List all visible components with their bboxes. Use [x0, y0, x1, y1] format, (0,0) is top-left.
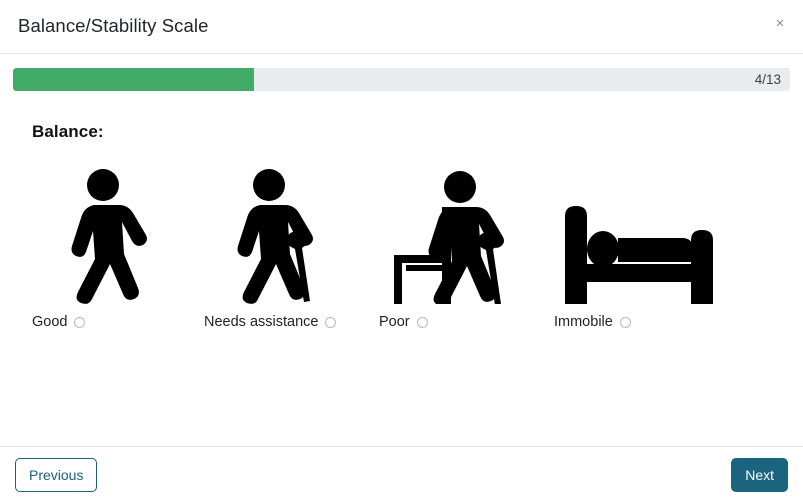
option-immobile[interactable]: Immobile	[552, 164, 742, 330]
person-with-cane-icon	[202, 164, 352, 304]
previous-button[interactable]: Previous	[15, 457, 98, 492]
radio-immobile[interactable]	[619, 316, 631, 328]
option-label: Poor	[379, 314, 410, 330]
radio-good[interactable]	[74, 316, 86, 328]
progress-section: 4/13	[0, 54, 803, 100]
modal-footer: Previous Next	[0, 446, 803, 502]
option-label-row[interactable]: Poor	[377, 314, 428, 330]
walking-person-icon	[30, 164, 170, 304]
page-title: Balance/Stability Scale	[18, 15, 209, 37]
modal-header: Balance/Stability Scale ×	[0, 0, 803, 54]
option-label: Needs assistance	[204, 314, 319, 330]
option-label-row[interactable]: Immobile	[552, 314, 631, 330]
option-good[interactable]: Good	[30, 164, 202, 330]
option-label: Immobile	[554, 314, 613, 330]
options-row: Good Needs assistance Poor Immobile	[0, 164, 803, 330]
radio-poor[interactable]	[416, 316, 428, 328]
option-label-row[interactable]: Good	[30, 314, 86, 330]
option-needs-assistance[interactable]: Needs assistance	[202, 164, 377, 330]
progress-bar-fill	[13, 68, 254, 91]
next-button[interactable]: Next	[731, 457, 788, 492]
person-in-bed-icon	[552, 164, 727, 304]
modal-body: Balance: Good Needs assistance Poor Immo…	[0, 100, 803, 446]
progress-counter: 4/13	[754, 72, 781, 87]
question-label: Balance:	[32, 122, 104, 141]
option-poor[interactable]: Poor	[377, 164, 552, 330]
person-with-cane-and-chair-icon	[377, 164, 537, 304]
close-icon[interactable]: ×	[770, 13, 790, 33]
radio-needs-assistance[interactable]	[325, 316, 337, 328]
option-label-row[interactable]: Needs assistance	[202, 314, 337, 330]
option-label: Good	[32, 314, 68, 330]
balance-stability-scale-modal: Balance/Stability Scale × 4/13 Balance:	[0, 0, 803, 502]
progress-bar-track: 4/13	[13, 68, 790, 91]
